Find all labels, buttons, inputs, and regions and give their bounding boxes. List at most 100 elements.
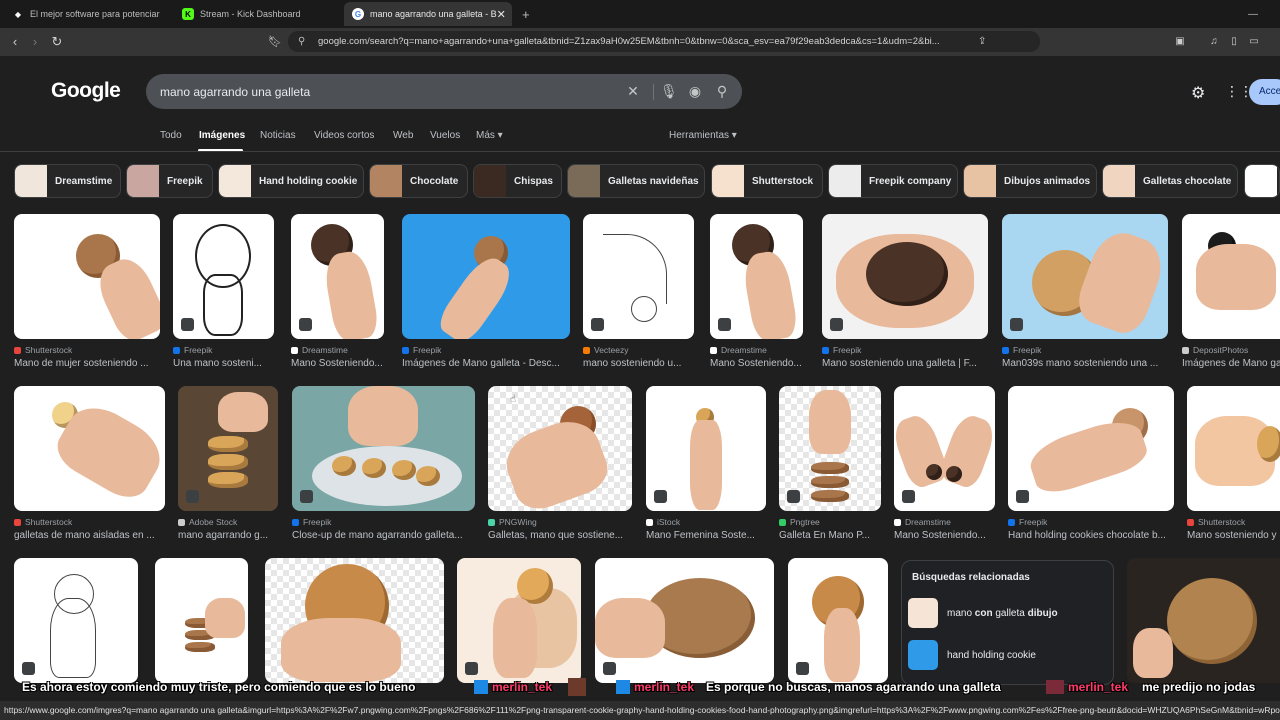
result-image[interactable] xyxy=(265,558,444,683)
result-image[interactable] xyxy=(292,386,475,511)
result-image[interactable] xyxy=(457,558,581,683)
browser-tab-software[interactable]: ◆ El mejor software para potenciar xyxy=(4,2,166,26)
tab-all[interactable]: Todo xyxy=(160,130,182,141)
result-image[interactable] xyxy=(291,214,384,339)
result-image[interactable] xyxy=(646,386,766,511)
result-title[interactable]: Mano Sosteniendo... xyxy=(894,530,995,541)
result-image[interactable] xyxy=(822,214,988,339)
close-tab-icon[interactable]: ✕ xyxy=(497,8,506,21)
result-image[interactable] xyxy=(178,386,278,511)
image-result[interactable]: Freepik Man039s mano sosteniendo una ... xyxy=(1002,214,1168,374)
image-result[interactable]: Freepik Close-up de mano agarrando galle… xyxy=(292,386,475,546)
image-result[interactable] xyxy=(457,558,581,683)
settings-gear-icon[interactable]: ⚙ xyxy=(1191,83,1209,102)
music-icon[interactable]: ♫ xyxy=(1206,34,1222,50)
clear-search-icon[interactable]: ✕ xyxy=(625,83,641,99)
chip-hand-holding-cookie[interactable]: Hand holding cookie xyxy=(218,164,364,198)
result-image[interactable] xyxy=(1002,214,1168,339)
wallet-icon[interactable]: ▭ xyxy=(1246,34,1262,50)
result-title[interactable]: Mano Sosteniendo... xyxy=(710,358,803,369)
browser-tab-google[interactable]: G mano agarrando una galleta - B ✕ xyxy=(344,2,512,26)
image-result[interactable] xyxy=(595,558,774,683)
chip-shutterstock[interactable]: Shutterstock xyxy=(711,164,823,198)
result-title[interactable]: Mano sosteniendo y xyxy=(1187,530,1280,541)
related-item[interactable]: mano con galleta dibujo xyxy=(908,596,1108,630)
image-result[interactable]: Shutterstock Mano de mujer sosteniendo .… xyxy=(14,214,160,374)
tab-web[interactable]: Web xyxy=(393,130,413,141)
result-title[interactable]: Galletas, mano que sostiene... xyxy=(488,530,632,541)
image-result[interactable] xyxy=(1127,558,1280,683)
image-result[interactable]: Dreamstime Mano Sosteniendo... xyxy=(291,214,384,374)
result-title[interactable]: mano agarrando g... xyxy=(178,530,278,541)
result-title[interactable]: galletas de mano aisladas en ... xyxy=(14,530,165,541)
voice-search-icon[interactable]: 🎙︎ xyxy=(660,83,678,99)
result-image[interactable] xyxy=(173,214,274,339)
result-image[interactable] xyxy=(788,558,888,683)
result-title[interactable]: Mano sosteniendo una galleta | F... xyxy=(822,358,988,369)
result-image[interactable] xyxy=(402,214,570,339)
result-image[interactable] xyxy=(894,386,995,511)
result-title[interactable]: Close-up de mano agarrando galleta... xyxy=(292,530,475,541)
image-result[interactable]: Shutterstock Mano sosteniendo y xyxy=(1187,386,1280,546)
chip-freepik-company[interactable]: Freepik company xyxy=(828,164,958,198)
sign-in-button[interactable]: Acce xyxy=(1249,79,1280,105)
new-tab-button[interactable]: + xyxy=(514,2,538,26)
result-image[interactable] xyxy=(1008,386,1174,511)
result-title[interactable]: Una mano sosteni... xyxy=(173,358,274,369)
chip-chocolate[interactable]: Chocolate xyxy=(369,164,468,198)
chip-galletas-chocolate[interactable]: Galletas chocolate xyxy=(1102,164,1238,198)
result-title[interactable]: Hand holding cookies chocolate b... xyxy=(1008,530,1174,541)
back-icon[interactable]: ‹ xyxy=(7,34,23,50)
image-result[interactable]: Pngtree Galleta En Mano P... xyxy=(779,386,881,546)
chip-dreamstime[interactable]: Dreamstime xyxy=(14,164,121,198)
panel-icon[interactable]: ▯ xyxy=(1226,34,1242,50)
image-result[interactable]: Dreamstime Mano Sosteniendo... xyxy=(710,214,803,374)
image-result[interactable] xyxy=(265,558,444,683)
chip-freepik[interactable]: Freepik xyxy=(126,164,213,198)
image-result[interactable]: Freepik Imágenes de Mano galleta - Desc.… xyxy=(402,214,570,374)
result-title[interactable]: mano sosteniendo u... xyxy=(583,358,694,369)
tools-button[interactable]: Herramientas ▾ xyxy=(669,130,737,141)
tab-images[interactable]: Imágenes xyxy=(199,130,245,141)
chip-dibujos-animados[interactable]: Dibujos animados xyxy=(963,164,1097,198)
image-result[interactable]: PNGWing Galletas, mano que sostiene... ☝ xyxy=(488,386,632,546)
chip-chispas[interactable]: Chispas xyxy=(473,164,562,198)
tab-short-videos[interactable]: Videos cortos xyxy=(314,130,374,141)
result-title[interactable]: Mano de mujer sosteniendo ... xyxy=(14,358,160,369)
tab-flights[interactable]: Vuelos xyxy=(430,130,460,141)
result-title[interactable]: Man039s mano sosteniendo una ... xyxy=(1002,358,1168,369)
search-box[interactable]: mano agarrando una galleta ✕ 🎙︎ ◉ ⚲ xyxy=(146,74,742,109)
chip-more[interactable] xyxy=(1244,164,1280,198)
search-input[interactable]: mano agarrando una galleta xyxy=(160,85,310,99)
forward-icon[interactable]: › xyxy=(27,34,43,50)
result-image[interactable] xyxy=(14,214,160,339)
bookmark-icon[interactable]: 🔖︎ xyxy=(267,34,283,50)
result-title[interactable]: Imágenes de Mano ga xyxy=(1182,358,1280,369)
share-icon[interactable]: ⇪ xyxy=(978,31,986,52)
image-result[interactable] xyxy=(155,558,248,683)
result-title[interactable]: Galleta En Mano P... xyxy=(779,530,881,541)
minimize-button[interactable]: — xyxy=(1240,2,1260,26)
image-result[interactable]: Vecteezy mano sosteniendo u... xyxy=(583,214,694,374)
tab-news[interactable]: Noticias xyxy=(260,130,296,141)
image-result[interactable]: Adobe Stock mano agarrando g... xyxy=(178,386,278,546)
result-image[interactable] xyxy=(155,558,248,683)
result-image[interactable] xyxy=(595,558,774,683)
google-logo[interactable]: Google xyxy=(51,79,121,103)
image-result[interactable] xyxy=(14,558,138,683)
image-result[interactable]: Dreamstime Mano Sosteniendo... xyxy=(894,386,995,546)
image-result[interactable]: Freepik Una mano sosteni... xyxy=(173,214,274,374)
sidebar-icon[interactable]: ▣ xyxy=(1172,34,1188,50)
result-image[interactable] xyxy=(779,386,881,511)
search-icon[interactable]: ⚲ xyxy=(714,83,730,99)
address-bar[interactable]: ⚲ google.com/search?q=mano+agarrando+una… xyxy=(288,31,1040,52)
lens-search-icon[interactable]: ◉ xyxy=(687,83,703,99)
result-image[interactable] xyxy=(14,558,138,683)
result-title[interactable]: Mano Femenina Soste... xyxy=(646,530,766,541)
image-result[interactable]: Freepik Hand holding cookies chocolate b… xyxy=(1008,386,1174,546)
image-result[interactable]: iStock Mano Femenina Soste... xyxy=(646,386,766,546)
image-result[interactable] xyxy=(788,558,888,683)
result-image[interactable] xyxy=(1182,214,1280,339)
result-image[interactable] xyxy=(1127,558,1280,683)
tab-more[interactable]: Más ▾ xyxy=(476,130,503,141)
